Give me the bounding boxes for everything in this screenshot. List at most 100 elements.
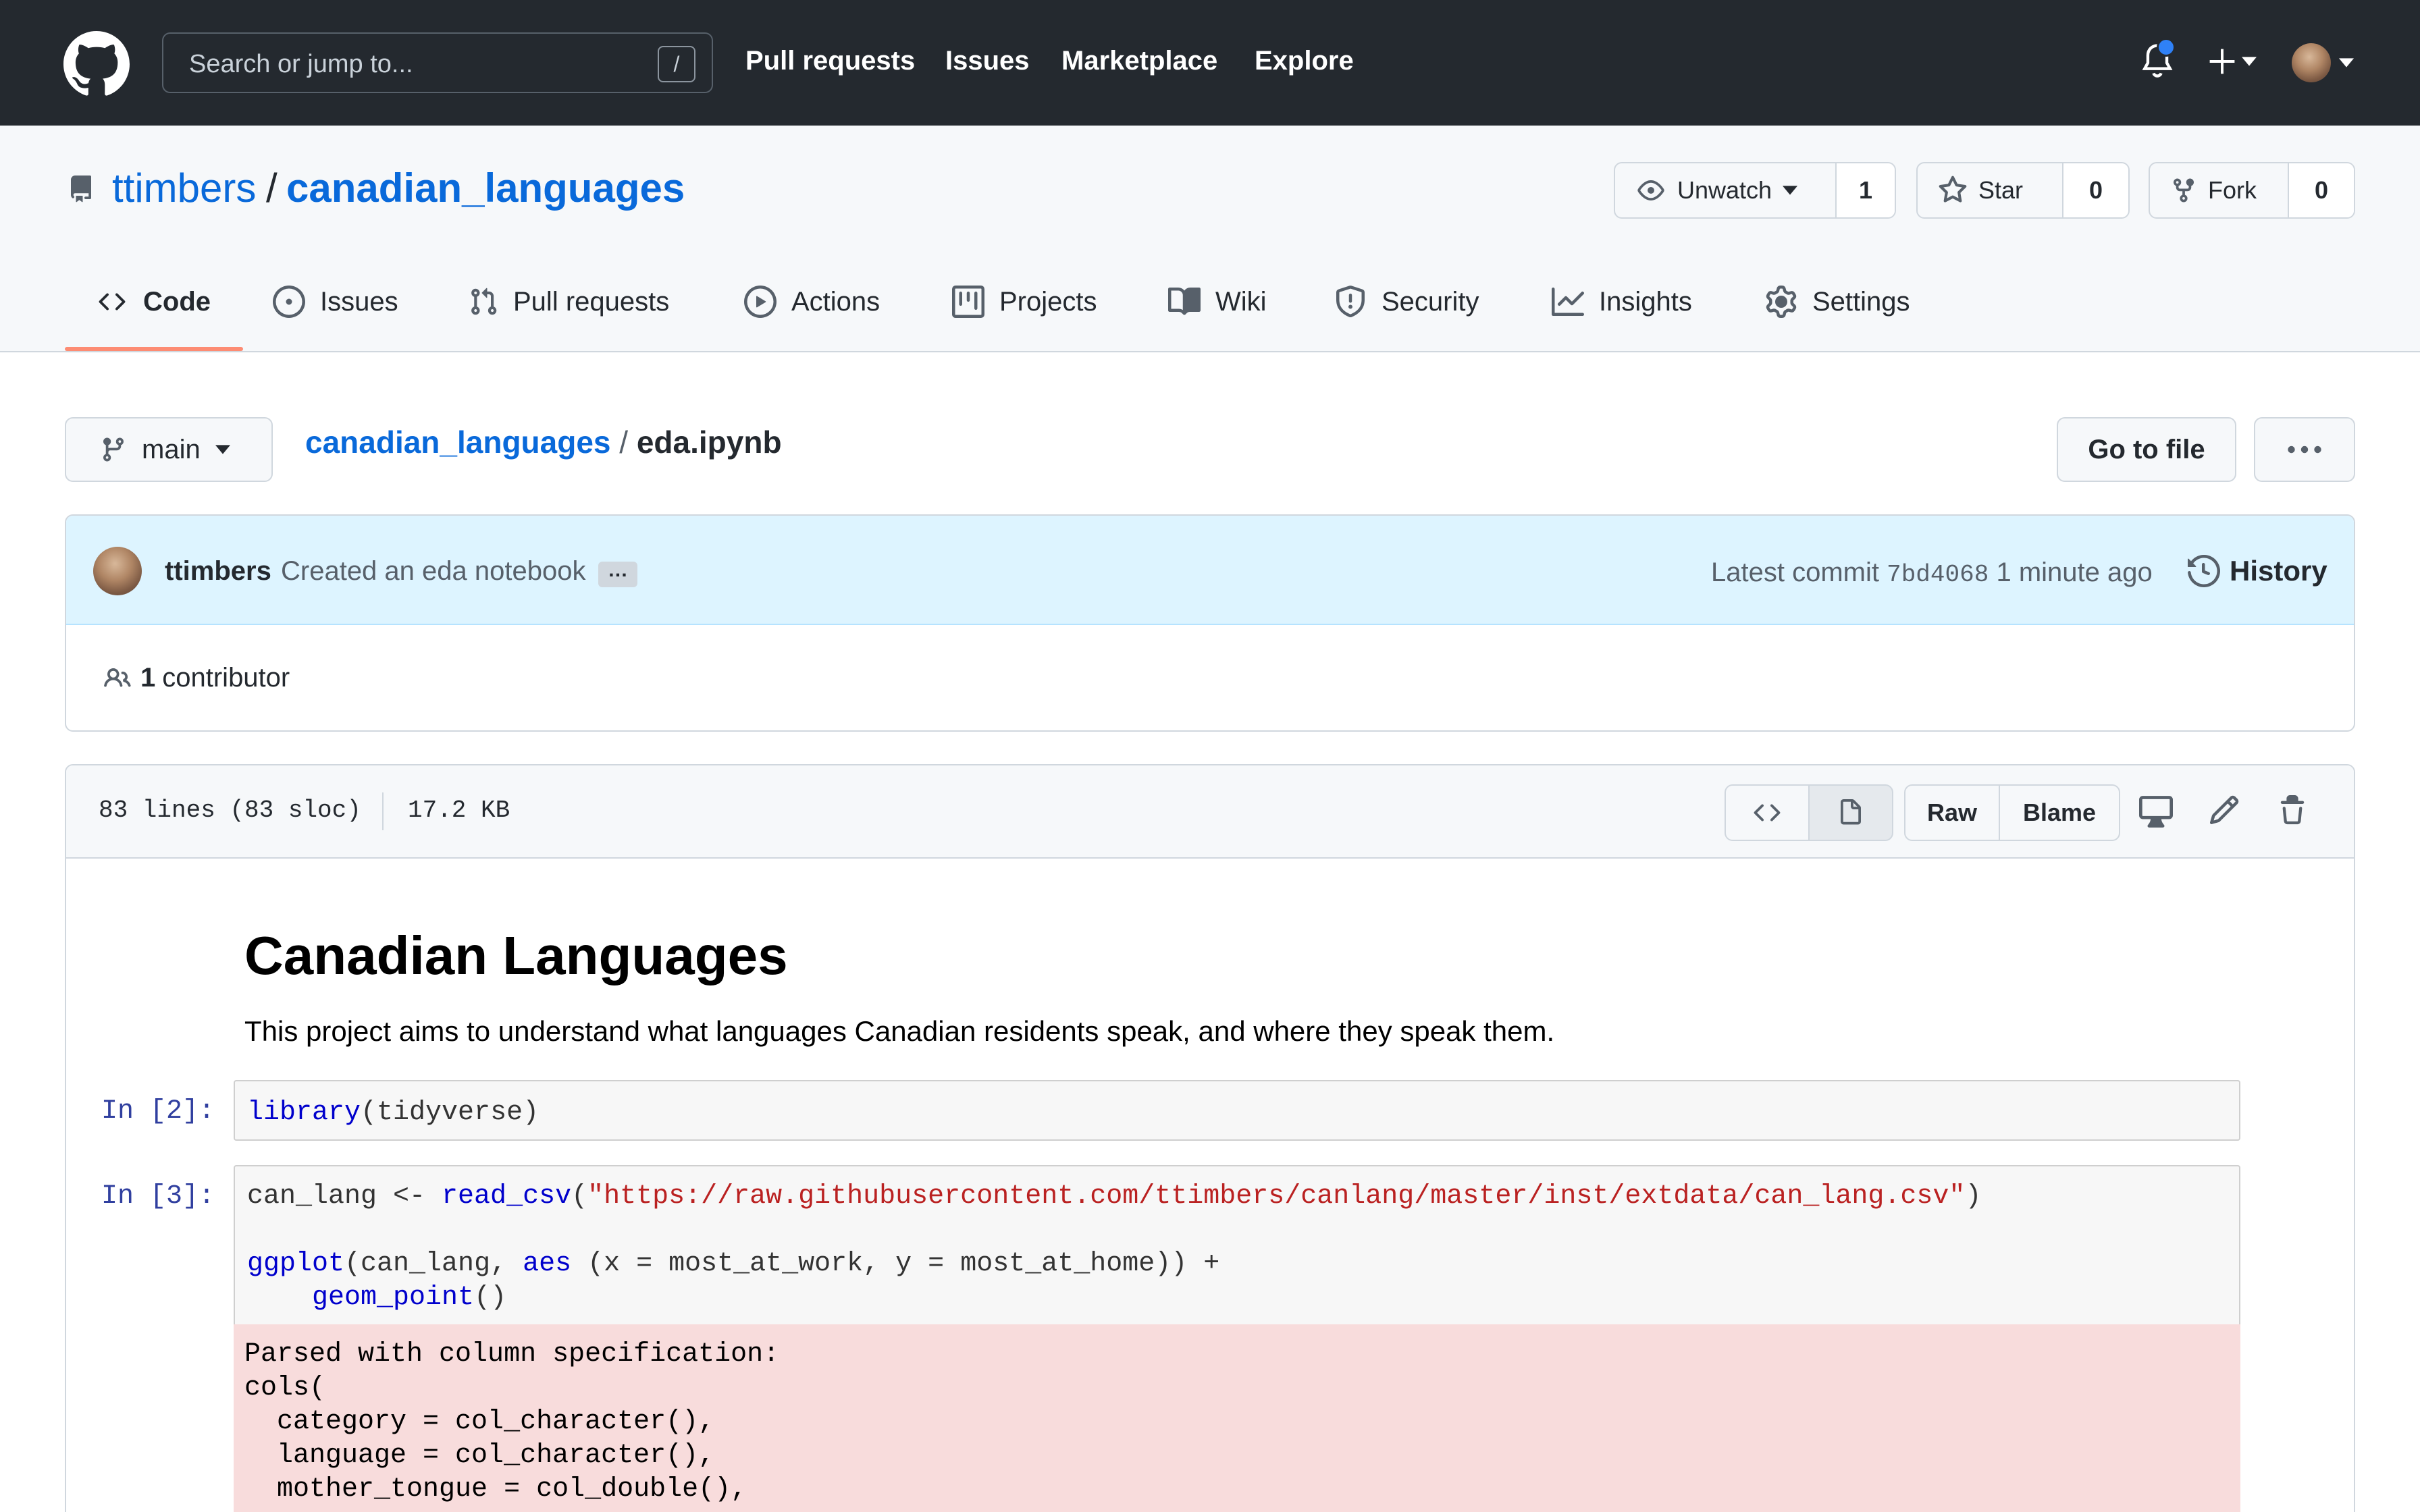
more-options-button[interactable] <box>2254 417 2355 482</box>
commit-bar: ttimbers Created an eda notebook … Lates… <box>66 516 2354 625</box>
code-text: () <box>474 1282 507 1313</box>
commit-author[interactable]: ttimbers <box>165 556 271 587</box>
notebook-title: Canadian Languages <box>244 925 788 986</box>
tab-settings[interactable]: Settings <box>1765 278 1910 325</box>
plus-icon <box>2209 49 2235 74</box>
search-placeholder: Search or jump to... <box>189 50 413 78</box>
caret-down-icon <box>215 445 230 454</box>
commit-expand-button[interactable]: … <box>598 560 637 587</box>
star-button[interactable]: Star <box>1918 163 2063 217</box>
nav-marketplace[interactable]: Marketplace <box>1061 46 1217 76</box>
breadcrumb: canadian_languages / eda.ipynb <box>305 424 782 460</box>
stargazers-count[interactable]: 0 <box>2063 163 2128 217</box>
history-link[interactable]: History <box>2188 555 2327 587</box>
output-line: mother_tongue = col_double(), <box>244 1474 747 1505</box>
commit-message[interactable]: Created an eda notebook <box>281 556 585 587</box>
commit-sha[interactable]: 7bd4068 <box>1887 561 1989 589</box>
active-tab-indicator <box>65 347 243 351</box>
repo-icon <box>68 173 95 205</box>
forks-count[interactable]: 0 <box>2289 163 2354 217</box>
repo-name-link[interactable]: canadian_languages <box>286 165 685 211</box>
breadcrumb-repo-link[interactable]: canadian_languages <box>305 425 611 460</box>
tab-projects[interactable]: Projects <box>952 278 1097 325</box>
caret-down-icon <box>2339 58 2354 68</box>
output-line: cols( <box>244 1373 326 1403</box>
nav-explore[interactable]: Explore <box>1255 46 1354 76</box>
tab-pull-requests[interactable]: Pull requests <box>469 278 669 325</box>
code-text: (can_lang, <box>344 1249 523 1279</box>
code-function: read_csv <box>442 1181 572 1212</box>
breadcrumb-separator: / <box>610 425 637 460</box>
blame-button[interactable]: Blame <box>1999 784 2120 841</box>
people-icon <box>104 668 131 687</box>
raw-button[interactable]: Raw <box>1904 784 2000 841</box>
caret-down-icon <box>2242 57 2257 66</box>
code-icon <box>1754 804 1781 821</box>
code-function: geom_point <box>312 1282 475 1313</box>
code-text: ( <box>571 1181 588 1212</box>
cell-prompt: In [2]: <box>101 1096 215 1127</box>
code-cell: can_lang <- read_csv("https://raw.github… <box>234 1165 2240 1327</box>
branch-icon <box>103 437 124 462</box>
unwatch-button[interactable]: Unwatch <box>1615 163 1837 217</box>
latest-commit-info: Latest commit 7bd4068 1 minute ago <box>1711 558 2153 589</box>
code-text: ) <box>1965 1181 1982 1212</box>
nav-issues[interactable]: Issues <box>945 46 1030 76</box>
nav-pull-requests[interactable]: Pull requests <box>745 46 915 76</box>
tab-issues[interactable]: Issues <box>273 278 398 325</box>
display-source-button[interactable] <box>1725 784 1810 841</box>
tab-pull-requests-label: Pull requests <box>513 286 670 317</box>
play-icon <box>744 286 777 318</box>
tab-wiki[interactable]: Wiki <box>1168 278 1267 325</box>
contributors-label: contributor <box>162 663 290 693</box>
star-button-group: Star 0 <box>1916 162 2130 219</box>
watchers-count[interactable]: 1 <box>1837 163 1895 217</box>
file-size: 17.2 KB <box>408 796 510 824</box>
commit-time: 1 minute ago <box>1996 558 2153 587</box>
code-line: library(tidyverse) <box>247 1098 539 1128</box>
global-header: Search or jump to... / Pull requests Iss… <box>0 0 2420 126</box>
display-rendered-button[interactable] <box>1808 784 1893 841</box>
tab-security[interactable]: Security <box>1334 278 1479 325</box>
branch-name: main <box>142 434 201 464</box>
code-function: aes <box>523 1249 572 1279</box>
history-label: History <box>2230 555 2327 587</box>
code-text: can_lang <- <box>247 1181 442 1212</box>
contributors-info[interactable]: 1 contributor <box>101 663 290 693</box>
tab-actions-label: Actions <box>791 286 880 317</box>
star-label: Star <box>1978 176 2024 204</box>
branch-selector[interactable]: main <box>65 417 273 482</box>
trash-icon[interactable] <box>2277 794 2308 828</box>
tab-insights-label: Insights <box>1599 286 1692 317</box>
fork-button-group: Fork 0 <box>2149 162 2355 219</box>
tab-insights[interactable]: Insights <box>1552 278 1692 325</box>
fork-button[interactable]: Fork <box>2150 163 2289 217</box>
tab-code[interactable]: Code <box>96 278 211 325</box>
search-input[interactable]: Search or jump to... / <box>162 32 713 93</box>
graph-icon <box>1552 288 1584 316</box>
output-line: Parsed with column specification: <box>244 1339 780 1370</box>
pencil-icon[interactable] <box>2208 794 2240 826</box>
avatar <box>2292 43 2331 82</box>
desktop-icon[interactable] <box>2139 794 2173 828</box>
eye-icon <box>1637 180 1664 200</box>
commit-author-avatar[interactable] <box>93 547 142 595</box>
tab-code-label: Code <box>143 286 211 317</box>
tab-actions[interactable]: Actions <box>744 278 880 325</box>
watch-button-group: Unwatch 1 <box>1614 162 1896 219</box>
go-to-file-button[interactable]: Go to file <box>2057 417 2236 482</box>
issue-icon <box>273 286 305 318</box>
code-text: (x = most_at_work, y = most_at_home)) + <box>571 1249 1220 1279</box>
github-logo-icon[interactable] <box>63 31 130 97</box>
code-line: ggplot(can_lang, aes (x = most_at_work, … <box>247 1249 1219 1279</box>
gear-icon <box>1766 286 1797 318</box>
user-menu[interactable] <box>2292 43 2354 82</box>
notebook-description: This project aims to understand what lan… <box>244 1015 1555 1047</box>
fork-label: Fork <box>2208 176 2257 204</box>
contributors-count: 1 <box>140 663 156 693</box>
unwatch-label: Unwatch <box>1677 176 1772 204</box>
repo-owner-link[interactable]: ttimbers <box>112 165 256 211</box>
code-string: "https://raw.githubusercontent.com/ttimb… <box>587 1181 1966 1212</box>
create-new-dropdown[interactable] <box>2208 47 2257 76</box>
